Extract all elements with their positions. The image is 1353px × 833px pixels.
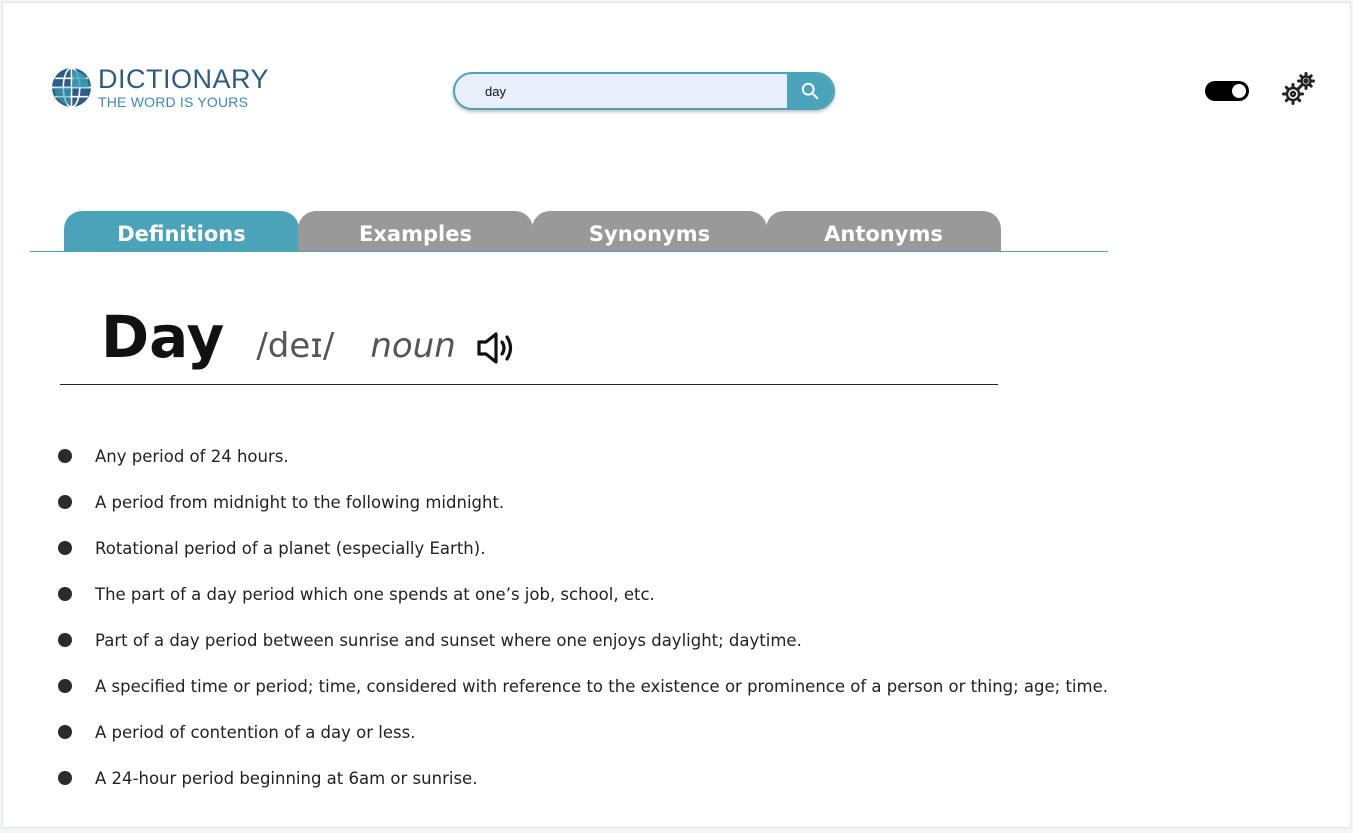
tab-examples[interactable]: Examples bbox=[298, 211, 533, 252]
definition-text: Part of a day period between sunrise and… bbox=[95, 630, 802, 650]
part-of-speech: noun bbox=[370, 326, 456, 366]
toggle-knob bbox=[1232, 84, 1246, 98]
word-header: Day /deɪ/ noun bbox=[101, 303, 456, 383]
definition-text: Rotational period of a planet (especiall… bbox=[95, 538, 486, 558]
bullet bbox=[58, 495, 72, 509]
app-window: DICTIONARY THE WORD IS YOURS day Definit… bbox=[2, 2, 1351, 828]
search-input[interactable] bbox=[455, 74, 791, 108]
logo[interactable]: DICTIONARY THE WORD IS YOURS bbox=[51, 66, 269, 109]
search-bar bbox=[453, 72, 835, 110]
globe-icon bbox=[52, 67, 91, 108]
search-button[interactable] bbox=[787, 74, 833, 108]
theme-toggle[interactable] bbox=[1205, 81, 1249, 101]
tab-divider bbox=[30, 251, 1108, 252]
definition-text: A 24-hour period beginning at 6am or sun… bbox=[95, 768, 478, 788]
list-item: A period from midnight to the following … bbox=[58, 479, 1108, 525]
bullet bbox=[58, 587, 72, 601]
list-item: Any period of 24 hours. bbox=[58, 433, 1108, 479]
tab-antonyms[interactable]: Antonyms bbox=[766, 211, 1001, 252]
bullet bbox=[58, 449, 72, 463]
headword: Day bbox=[101, 303, 225, 371]
definition-list: Any period of 24 hours. A period from mi… bbox=[58, 433, 1108, 801]
bullet bbox=[58, 633, 72, 647]
word-divider bbox=[60, 384, 998, 385]
tab-definitions[interactable]: Definitions bbox=[64, 211, 299, 252]
bullet bbox=[58, 771, 72, 785]
tab-synonyms[interactable]: Synonyms bbox=[532, 211, 767, 252]
bullet bbox=[58, 541, 72, 555]
list-item: Part of a day period between sunrise and… bbox=[58, 617, 1108, 663]
logo-title: DICTIONARY bbox=[98, 64, 270, 94]
definition-text: A specified time or period; time, consid… bbox=[95, 676, 1108, 696]
search-icon bbox=[801, 82, 819, 100]
bullet bbox=[58, 679, 72, 693]
logo-subtitle: THE WORD IS YOURS bbox=[98, 94, 249, 110]
definition-text: A period of contention of a day or less. bbox=[95, 722, 416, 742]
tab-bar: Definitions Examples Synonyms Antonyms bbox=[64, 211, 1001, 252]
list-item: A specified time or period; time, consid… bbox=[58, 663, 1108, 709]
phonetic: /deɪ/ bbox=[256, 326, 335, 366]
speaker-icon[interactable] bbox=[475, 329, 519, 367]
bullet bbox=[58, 725, 72, 739]
gears-icon[interactable] bbox=[1281, 71, 1317, 107]
list-item: A 24-hour period beginning at 6am or sun… bbox=[58, 755, 1108, 801]
list-item: A period of contention of a day or less. bbox=[58, 709, 1108, 755]
definition-text: The part of a day period which one spend… bbox=[95, 584, 655, 604]
list-item: Rotational period of a planet (especiall… bbox=[58, 525, 1108, 571]
list-item: The part of a day period which one spend… bbox=[58, 571, 1108, 617]
definition-text: A period from midnight to the following … bbox=[95, 492, 505, 512]
definition-text: Any period of 24 hours. bbox=[95, 446, 289, 466]
